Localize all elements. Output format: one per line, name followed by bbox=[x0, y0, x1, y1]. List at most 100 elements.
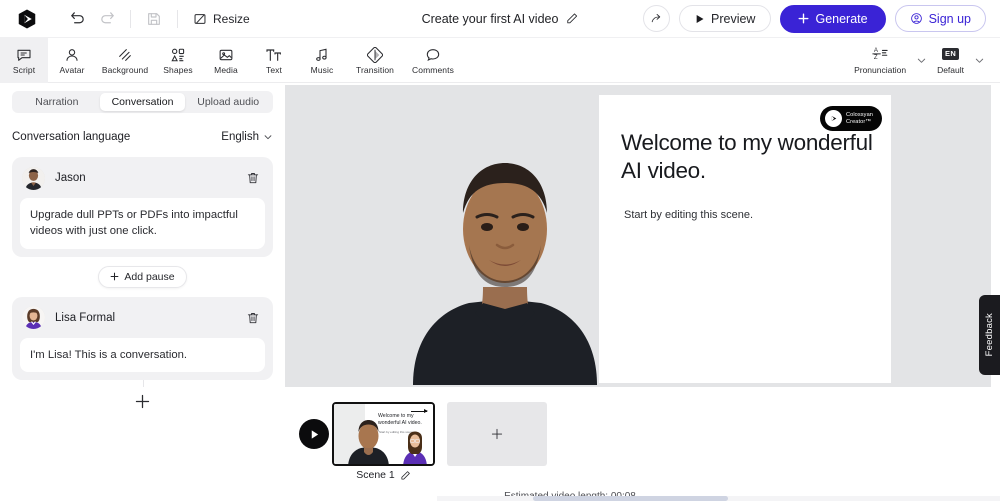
generate-label: Generate bbox=[815, 12, 867, 26]
script-icon bbox=[16, 46, 32, 63]
toolbar-divider-1 bbox=[130, 10, 131, 28]
project-title: Create your first AI video bbox=[422, 12, 559, 26]
conversation-language-value: English bbox=[221, 131, 259, 143]
chevron-down-icon bbox=[263, 132, 273, 142]
watermark-line-2: Creator™ bbox=[846, 119, 871, 125]
timeline-scrollbar-track[interactable] bbox=[437, 496, 1000, 501]
tool-media[interactable]: Media bbox=[202, 38, 250, 83]
jason-avatar[interactable] bbox=[22, 167, 45, 190]
watermark-line-1: Colossyan bbox=[846, 112, 873, 118]
comment-icon bbox=[425, 46, 441, 63]
tool-comments[interactable]: Comments bbox=[404, 38, 462, 83]
svg-text:A: A bbox=[874, 47, 879, 54]
header-actions: Preview Generate Sign up bbox=[643, 5, 1000, 33]
tool-avatar-label: Avatar bbox=[59, 66, 84, 75]
play-button[interactable] bbox=[299, 419, 329, 449]
tool-music[interactable]: Music bbox=[298, 38, 346, 83]
language-label: Default bbox=[937, 65, 964, 75]
conversation-block-2-speaker: Lisa Formal bbox=[55, 312, 115, 324]
canvas-area: Welcome to my wonderful AI video. Start … bbox=[285, 83, 1000, 503]
tool-shapes[interactable]: Shapes bbox=[154, 38, 202, 83]
signup-button[interactable]: Sign up bbox=[895, 5, 986, 32]
conversation-language-select[interactable]: English bbox=[221, 131, 273, 143]
slide-heading[interactable]: Welcome to my wonderful AI video. bbox=[621, 129, 881, 185]
tab-upload-audio[interactable]: Upload audio bbox=[185, 93, 271, 111]
generate-button[interactable]: Generate bbox=[780, 5, 885, 33]
pencil-icon[interactable] bbox=[400, 470, 411, 481]
watermark-text: Colossyan Creator™ bbox=[846, 112, 873, 126]
resize-button[interactable]: Resize bbox=[186, 6, 257, 32]
tool-avatar[interactable]: Avatar bbox=[48, 38, 96, 83]
conversation-block-2-header: Lisa Formal bbox=[20, 305, 265, 331]
scene-thumb-arrow-icon bbox=[411, 411, 427, 412]
undo-button[interactable] bbox=[62, 6, 92, 32]
timeline: Welcome to my wonderful AI video. Start … bbox=[285, 391, 1000, 501]
conversation-block-1-speaker: Jason bbox=[55, 172, 86, 184]
pronunciation-chevron-down-icon[interactable] bbox=[911, 45, 932, 75]
scene-thumb-avatar-jason bbox=[346, 416, 391, 466]
plus-icon bbox=[798, 13, 809, 24]
tool-transition[interactable]: Transition bbox=[346, 38, 404, 83]
conversation-language-label: Conversation language bbox=[12, 131, 130, 143]
conversation-block-1: Jason Upgrade dull PPTs or PDFs into imp… bbox=[12, 157, 273, 257]
video-stage[interactable]: Welcome to my wonderful AI video. Start … bbox=[285, 85, 991, 387]
language-badge: EN bbox=[942, 46, 959, 62]
feedback-tab[interactable]: Feedback bbox=[979, 295, 1000, 375]
add-pause-button[interactable]: Add pause bbox=[98, 266, 186, 288]
tool-music-label: Music bbox=[311, 66, 334, 75]
script-tabs: Narration Conversation Upload audio bbox=[12, 91, 273, 113]
scene-thumbnail-1[interactable]: Welcome to my wonderful AI video. Start … bbox=[332, 402, 435, 466]
top-bar: Resize Create your first AI video Previe… bbox=[0, 0, 1000, 38]
preview-button[interactable]: Preview bbox=[679, 5, 771, 32]
conversation-block-2-script[interactable]: I'm Lisa! This is a conversation. bbox=[20, 338, 265, 372]
play-icon bbox=[309, 429, 320, 440]
tab-conversation[interactable]: Conversation bbox=[100, 93, 186, 111]
lisa-avatar[interactable] bbox=[22, 306, 45, 329]
user-circle-icon bbox=[910, 12, 923, 25]
conversation-block-1-header: Jason bbox=[20, 165, 265, 191]
colossyan-watermark: Colossyan Creator™ bbox=[820, 106, 882, 131]
add-block-row bbox=[0, 393, 285, 414]
avatar-jason-stage[interactable] bbox=[405, 117, 605, 385]
plus-icon bbox=[490, 427, 504, 441]
transition-icon bbox=[367, 46, 383, 63]
add-block-button[interactable] bbox=[134, 393, 151, 414]
trash-icon[interactable] bbox=[243, 308, 263, 328]
trash-icon[interactable] bbox=[243, 168, 263, 188]
timeline-scrollbar-thumb[interactable] bbox=[533, 496, 728, 501]
save-button[interactable] bbox=[139, 6, 169, 32]
language-badge-text: EN bbox=[942, 48, 959, 60]
background-icon bbox=[117, 46, 133, 63]
language-button[interactable]: EN Default bbox=[934, 46, 967, 75]
colossyan-logo-icon[interactable] bbox=[14, 6, 40, 32]
slide-subheading[interactable]: Start by editing this scene. bbox=[624, 209, 753, 221]
tool-shapes-label: Shapes bbox=[163, 66, 192, 75]
add-pause-row: Add pause bbox=[0, 266, 285, 288]
share-button[interactable] bbox=[643, 5, 670, 32]
shapes-icon bbox=[170, 46, 186, 63]
pronunciation-button[interactable]: A Z Pronunciation bbox=[851, 46, 909, 75]
tool-background[interactable]: Background bbox=[96, 38, 154, 83]
pronunciation-label: Pronunciation bbox=[854, 65, 906, 75]
tab-upload-audio-label: Upload audio bbox=[197, 96, 259, 108]
tool-comments-label: Comments bbox=[412, 66, 454, 75]
preview-label: Preview bbox=[711, 12, 755, 26]
conversation-block-2: Lisa Formal I'm Lisa! This is a conversa… bbox=[12, 297, 273, 380]
conversation-block-1-script[interactable]: Upgrade dull PPTs or PDFs into impactful… bbox=[20, 198, 265, 249]
language-chevron-down-icon[interactable] bbox=[969, 45, 990, 75]
tab-narration[interactable]: Narration bbox=[14, 93, 100, 111]
script-panel: Narration Conversation Upload audio Conv… bbox=[0, 83, 285, 503]
tool-script-label: Script bbox=[13, 66, 35, 75]
redo-button[interactable] bbox=[92, 6, 122, 32]
project-title-group[interactable]: Create your first AI video bbox=[422, 12, 579, 26]
text-icon bbox=[265, 46, 283, 63]
add-scene-button[interactable] bbox=[447, 402, 547, 466]
svg-text:Z: Z bbox=[874, 54, 878, 61]
tool-script[interactable]: Script bbox=[0, 38, 48, 83]
pencil-icon[interactable] bbox=[565, 12, 578, 25]
play-icon bbox=[695, 14, 705, 24]
az-sort-icon: A Z bbox=[871, 46, 889, 62]
conversation-language-row: Conversation language English bbox=[12, 131, 273, 143]
slide-canvas[interactable]: Welcome to my wonderful AI video. Start … bbox=[599, 95, 891, 383]
tool-text[interactable]: Text bbox=[250, 38, 298, 83]
